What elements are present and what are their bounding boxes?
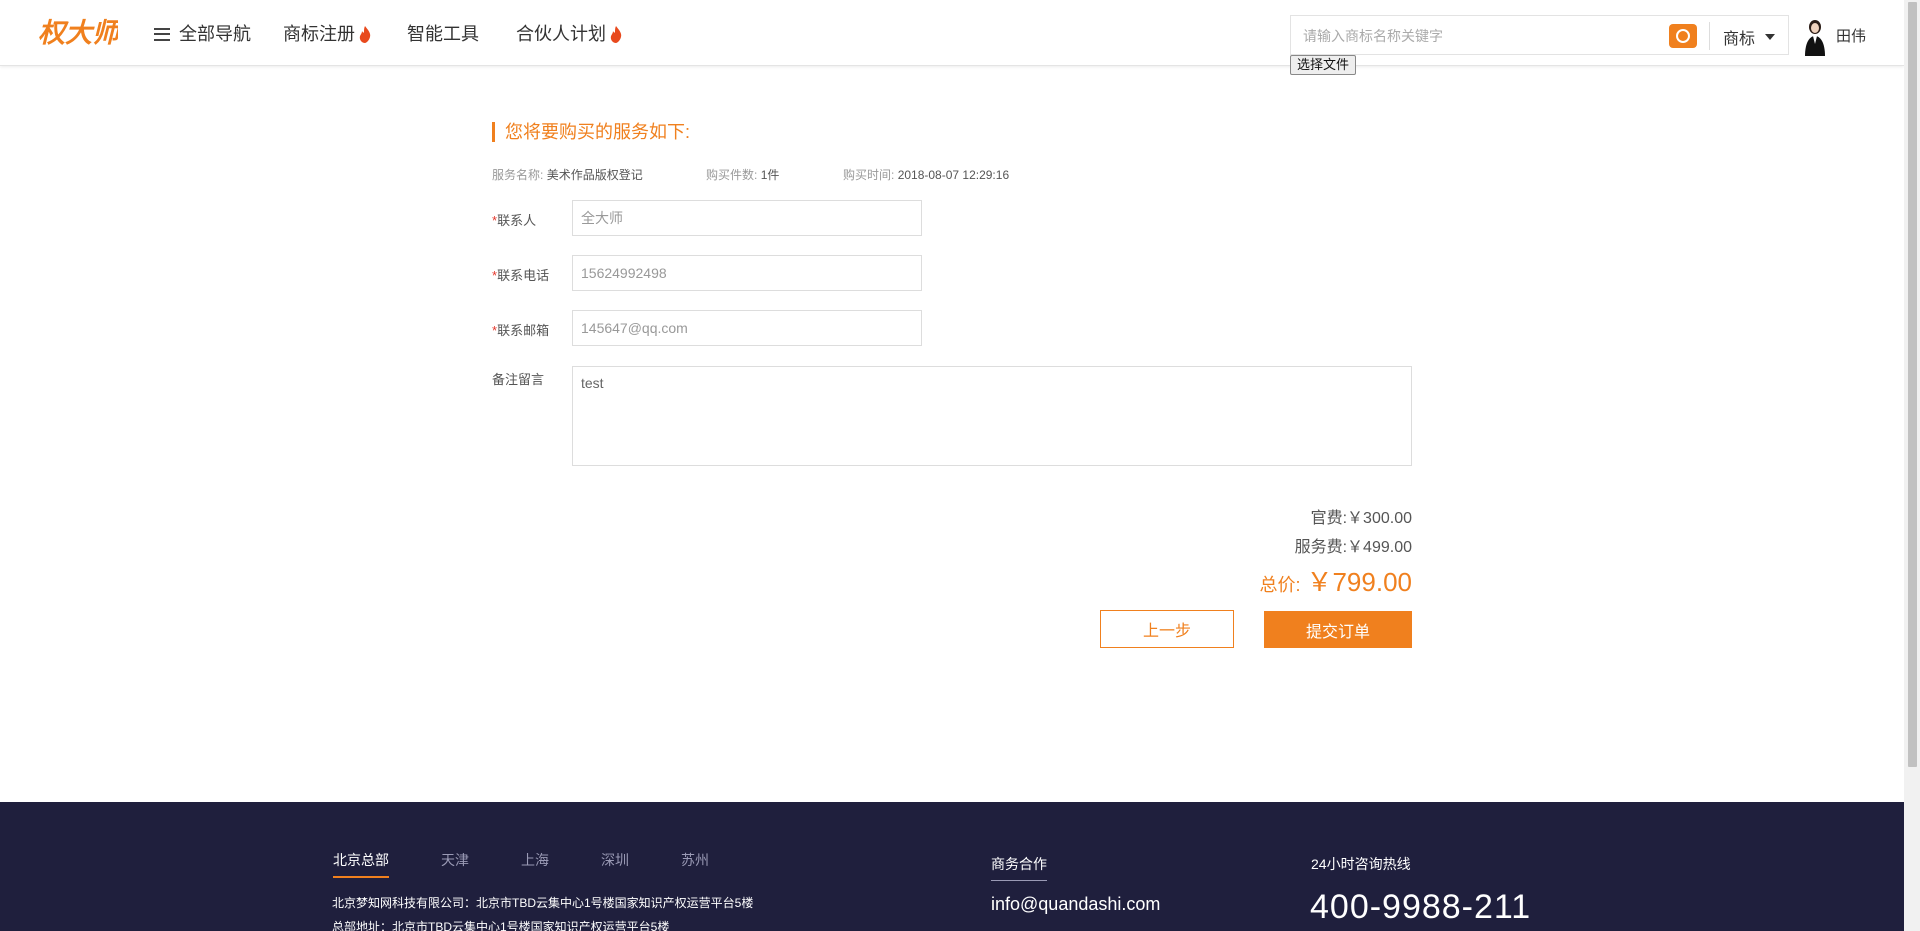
city-tab-beijing[interactable]: 北京总部 xyxy=(333,850,389,878)
nav-all-label: 全部导航 xyxy=(179,24,251,44)
city-tab-shanghai[interactable]: 上海 xyxy=(521,850,549,870)
camera-icon[interactable] xyxy=(1669,24,1697,48)
search-category-select[interactable]: 商标 xyxy=(1723,25,1776,49)
business-cooperation-heading: 商务合作 xyxy=(991,854,1047,881)
nav-trademark-registration[interactable]: 商标注册 xyxy=(283,22,371,46)
business-email[interactable]: info@quandashi.com xyxy=(991,894,1160,915)
nav-partner-label: 合伙人计划 xyxy=(516,24,606,44)
scrollbar-thumb[interactable] xyxy=(1908,2,1917,767)
service-fee: 服务费:￥499.00 xyxy=(1295,533,1412,557)
top-header: 权大师 全部导航 商标注册 智能工具 合伙人计划 商标 选择文件 田伟 xyxy=(0,0,1904,75)
service-fee-label: 服务费: xyxy=(1294,539,1348,556)
nav-smart-tools[interactable]: 智能工具 xyxy=(407,22,479,46)
hq-address: 总部地址：北京市TBD云集中心1号楼国家知识产权运营平台5楼 xyxy=(332,920,670,931)
note-textarea[interactable]: test xyxy=(572,366,1412,466)
email-label: *联系邮箱 xyxy=(492,323,550,338)
contact-input[interactable] xyxy=(572,200,922,236)
phone-label: *联系电话 xyxy=(492,268,550,283)
note-label: 备注留言 xyxy=(492,372,545,387)
flame-icon xyxy=(359,25,371,43)
nav-partner-plan[interactable]: 合伙人计划 xyxy=(516,22,622,46)
city-tab-suzhou[interactable]: 苏州 xyxy=(681,850,709,870)
nav-tools-label: 智能工具 xyxy=(407,24,479,44)
nav-trademark-label: 商标注册 xyxy=(283,24,355,44)
quandashi-logo[interactable]: 权大师 xyxy=(38,12,118,52)
contact-label: *联系人 xyxy=(492,213,537,228)
city-tab-shenzhen[interactable]: 深圳 xyxy=(601,850,629,870)
svg-text:权大师: 权大师 xyxy=(38,18,118,49)
previous-step-button[interactable]: 上一步 xyxy=(1100,610,1234,648)
purchase-time-value: 2018-08-07 12:29:16 xyxy=(897,168,1010,182)
company-address: 北京梦知网科技有限公司：北京市TBD云集中心1号楼国家知识产权运营平台5楼 xyxy=(332,896,754,910)
official-fee: 官费:￥300.00 xyxy=(1311,504,1412,528)
official-fee-label: 官费: xyxy=(1310,510,1348,527)
hotline-heading: 24小时咨询热线 xyxy=(1311,856,1411,872)
site-footer: 北京总部 天津 上海 深圳 苏州 北京梦知网科技有限公司：北京市TBD云集中心1… xyxy=(0,802,1904,931)
official-fee-value: ￥300.00 xyxy=(1347,510,1412,527)
quantity-info: 购买件数: 1件 xyxy=(706,166,779,183)
order-section-title: 您将要购买的服务如下: xyxy=(492,122,690,142)
email-input[interactable] xyxy=(572,310,922,346)
purchase-time-info: 购买时间: 2018-08-07 12:29:16 xyxy=(843,166,1009,183)
user-name[interactable]: 田伟 xyxy=(1836,25,1866,46)
purchase-time-label: 购买时间: xyxy=(843,168,895,182)
service-name-label: 服务名称: xyxy=(492,168,544,182)
nav-all[interactable]: 全部导航 xyxy=(154,22,251,46)
quantity-value: 1件 xyxy=(760,168,780,182)
quantity-label: 购买件数: xyxy=(706,168,758,182)
flame-icon xyxy=(610,25,622,43)
search-input[interactable] xyxy=(1303,25,1643,47)
hotline-number: 400-9988-211 xyxy=(1310,888,1532,926)
menu-icon xyxy=(154,27,170,41)
page-scrollbar[interactable] xyxy=(1904,0,1920,931)
search-divider xyxy=(1709,22,1710,50)
chevron-down-icon xyxy=(1765,34,1776,40)
city-tab-tianjin[interactable]: 天津 xyxy=(441,850,469,870)
service-fee-value: ￥499.00 xyxy=(1347,539,1412,556)
service-name-info: 服务名称: 美术作品版权登记 xyxy=(492,166,643,183)
submit-order-button[interactable]: 提交订单 xyxy=(1264,611,1412,648)
search-category-label: 商标 xyxy=(1723,31,1756,48)
total-price-label: 总价: xyxy=(1259,575,1301,595)
phone-input[interactable] xyxy=(572,255,922,291)
user-avatar[interactable] xyxy=(1802,18,1828,56)
search-box: 商标 xyxy=(1290,15,1789,55)
choose-file-button[interactable]: 选择文件 xyxy=(1290,55,1357,75)
total-price-value: ￥799.00 xyxy=(1306,567,1412,597)
service-name-value: 美术作品版权登记 xyxy=(546,168,643,182)
total-price: 总价: ￥799.00 xyxy=(1259,562,1412,599)
